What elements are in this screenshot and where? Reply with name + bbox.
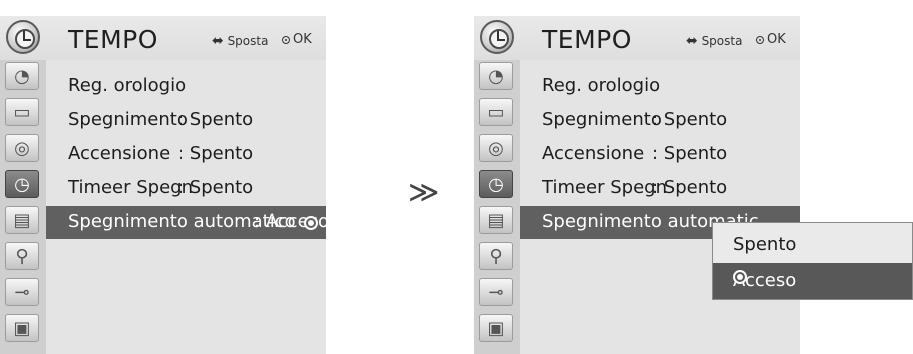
menu-item-on-time[interactable]: Accensione : Spento [520,138,800,171]
menu-panel-left: TEMPO ⬌ Sposta OK ◔ ▭ ◎ ◷ ▤ ⚲ ⊸ ▣ Reg. o… [0,0,329,354]
input-plug-icon[interactable]: ⊸ [479,278,513,306]
transition-arrow: ≫ [408,175,440,210]
option-label: Spento [733,234,797,255]
category-sidebar: ◔ ▭ ◎ ◷ ▤ ⚲ ⊸ ▣ [474,60,520,354]
menu-item-clock-setup[interactable]: Reg. orologio [46,70,326,103]
calendar-icon[interactable]: ▤ [5,206,39,234]
option-on[interactable]: Acceso [713,263,912,299]
speaker-icon[interactable]: ◎ [479,134,513,162]
calendar-icon[interactable]: ▤ [479,206,513,234]
menu-item-value: : Spento [652,143,728,164]
menu-item-auto-off[interactable]: Spegnimento automatico : Acceso [46,206,329,239]
category-sidebar: ◔ ▭ ◎ ◷ ▤ ⚲ ⊸ ▣ [0,60,46,354]
input-plug-icon[interactable]: ⊸ [5,278,39,306]
ok-hint: OK [282,32,312,47]
clock-icon [6,20,40,54]
move-hint: ⬌ Sposta [212,33,268,49]
menu-item-label: Accensione [542,143,645,164]
menu-header: TEMPO ⬌ Sposta OK [474,16,800,60]
selected-radio-icon [733,270,747,284]
ok-button-icon [282,35,290,44]
menu-item-label: Reg. orologio [542,75,661,96]
clock-icon [480,20,514,54]
move-arrows-icon: ⬌ [686,33,698,49]
menu-item-sleep-timer[interactable]: Timeer Spegn : Spento [520,172,800,205]
menu-item-value: : Spento [652,109,728,130]
menu-item-off-time[interactable]: Spegnimento : Spento [46,104,326,137]
option-off[interactable]: Spento [713,227,912,263]
menu-body: ◔ ▭ ◎ ◷ ▤ ⚲ ⊸ ▣ Reg. orologio Spegniment… [474,60,800,354]
selected-radio-icon [304,216,318,230]
menu-header: TEMPO ⬌ Sposta OK [0,16,326,60]
menu-item-clock-setup[interactable]: Reg. orologio [520,70,800,103]
ok-hint-label: OK [767,32,786,47]
menu-item-sleep-timer[interactable]: Timeer Spegn : Spento [46,172,326,205]
satellite-dish-icon[interactable]: ◔ [479,62,513,90]
auto-off-options-popup: Spento Acceso [712,222,913,300]
monitor-icon[interactable]: ▭ [479,98,513,126]
menu-panel-right: TEMPO ⬌ Sposta OK ◔ ▭ ◎ ◷ ▤ ⚲ ⊸ ▣ Reg. o… [474,0,800,354]
menu-item-label: Spegnimento [68,109,188,130]
menu-title: TEMPO [68,25,158,54]
menu-item-label: Spegnimento [542,109,662,130]
lock-icon[interactable]: ⚲ [479,242,513,270]
menu-item-off-time[interactable]: Spegnimento : Spento [520,104,800,137]
lock-icon[interactable]: ⚲ [5,242,39,270]
menu-item-value: : Spento [652,177,728,198]
speaker-icon[interactable]: ◎ [5,134,39,162]
menu-item-value: : Spento [178,143,254,164]
menu-item-value: : Spento [178,109,254,130]
move-hint: ⬌ Sposta [686,33,742,49]
move-hint-label: Sposta [227,34,269,48]
picture-icon[interactable]: ▣ [5,314,39,342]
ok-hint-label: OK [293,32,312,47]
clock-icon[interactable]: ◷ [479,170,513,198]
move-arrows-icon: ⬌ [212,33,224,49]
menu-item-label: Reg. orologio [68,75,187,96]
satellite-dish-icon[interactable]: ◔ [5,62,39,90]
ok-button-icon [756,35,764,44]
menu-item-label: Timeer Spegn [542,177,668,198]
menu-item-value: : Spento [178,177,254,198]
menu-item-label: Accensione [68,143,171,164]
menu-title: TEMPO [542,25,632,54]
monitor-icon[interactable]: ▭ [5,98,39,126]
menu-item-on-time[interactable]: Accensione : Spento [46,138,326,171]
ok-hint: OK [756,32,786,47]
menu-body: ◔ ▭ ◎ ◷ ▤ ⚲ ⊸ ▣ Reg. orologio Spegniment… [0,60,329,354]
move-hint-label: Sposta [701,34,743,48]
clock-icon[interactable]: ◷ [5,170,39,198]
picture-icon[interactable]: ▣ [479,314,513,342]
menu-item-label: Timeer Spegn [68,177,194,198]
